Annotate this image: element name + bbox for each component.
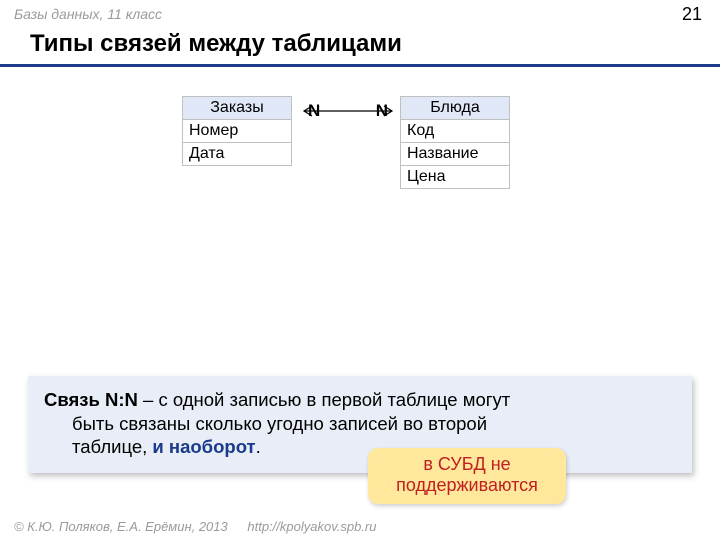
footer-copyright: © К.Ю. Поляков, Е.А. Ерёмин, 2013 bbox=[14, 519, 228, 534]
breadcrumb: Базы данных, 11 класс bbox=[14, 6, 162, 22]
callout-line: в СУБД не bbox=[380, 454, 554, 475]
table-orders-field: Номер bbox=[182, 120, 292, 143]
page-number: 21 bbox=[682, 4, 702, 25]
definition-text: . bbox=[256, 436, 261, 457]
relation-arrow: N N bbox=[300, 111, 396, 112]
table-orders: Заказы Номер Дата bbox=[182, 96, 292, 166]
er-diagram: Заказы Номер Дата N N Блюда Код Название… bbox=[0, 96, 720, 216]
cardinality-right: N bbox=[376, 101, 388, 121]
table-dishes-header: Блюда bbox=[400, 96, 510, 120]
table-dishes-field: Название bbox=[400, 143, 510, 166]
table-dishes: Блюда Код Название Цена bbox=[400, 96, 510, 189]
definition-text: быть связаны сколько угодно записей во в… bbox=[72, 413, 487, 434]
table-dishes-field: Цена bbox=[400, 166, 510, 189]
definition-emphasis: и наоборот bbox=[152, 436, 255, 457]
footer-url: http://kpolyakov.spb.ru bbox=[247, 519, 376, 534]
table-orders-field: Дата bbox=[182, 143, 292, 166]
callout-line: поддерживаются bbox=[380, 475, 554, 496]
table-dishes-field: Код bbox=[400, 120, 510, 143]
page-title: Типы связей между таблицами bbox=[30, 30, 402, 58]
definition-term: Связь N:N bbox=[44, 389, 138, 410]
table-orders-header: Заказы bbox=[182, 96, 292, 120]
cardinality-left: N bbox=[308, 101, 320, 121]
footer: © К.Ю. Поляков, Е.А. Ерёмин, 2013 http:/… bbox=[14, 519, 376, 534]
definition-text: таблице, bbox=[72, 436, 152, 457]
warning-callout: в СУБД не поддерживаются bbox=[368, 448, 566, 504]
definition-box: Связь N:N – с одной записью в первой таб… bbox=[28, 376, 692, 473]
definition-text: – с одной записью в первой таблице могут bbox=[138, 389, 510, 410]
title-underline bbox=[0, 64, 720, 67]
